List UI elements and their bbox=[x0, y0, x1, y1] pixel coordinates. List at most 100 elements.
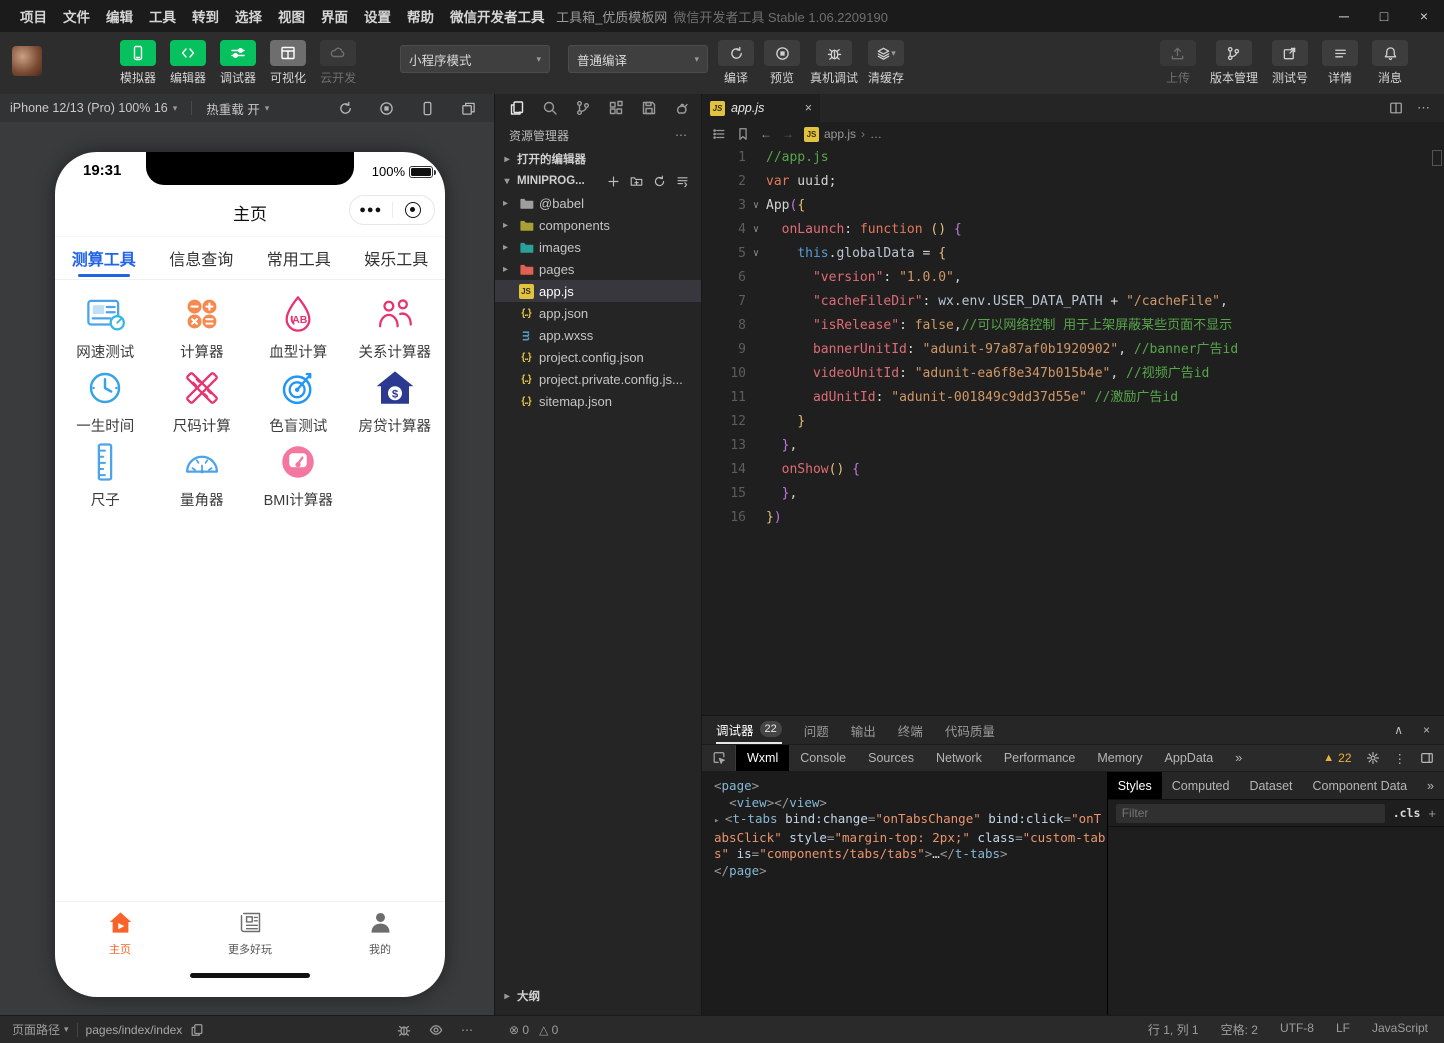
tabbar-item-news[interactable]: 更多好玩 bbox=[185, 902, 315, 963]
close-button[interactable]: × bbox=[1404, 0, 1444, 32]
action-button-bug[interactable]: 真机调试 bbox=[810, 40, 858, 86]
status-item[interactable]: JavaScript bbox=[1372, 1021, 1428, 1038]
more-icon[interactable]: ⋯ bbox=[675, 128, 687, 142]
close-icon[interactable]: × bbox=[805, 101, 812, 115]
wxml-tree[interactable]: <page> <view></view>▸ <t-tabs bind:chang… bbox=[702, 772, 1108, 1015]
devtools-tab-Wxml[interactable]: Wxml bbox=[736, 745, 789, 771]
grid-item-size[interactable]: 尺码计算 bbox=[154, 364, 251, 438]
user-avatar[interactable] bbox=[12, 46, 42, 76]
search-icon[interactable] bbox=[542, 100, 558, 116]
styles-tab-Component Data[interactable]: Component Data bbox=[1303, 772, 1418, 799]
code-editor[interactable]: 1//app.js2var uuid;3∨App({4∨ onLaunch: f… bbox=[702, 146, 1444, 530]
bug-icon[interactable] bbox=[397, 1023, 411, 1037]
tab-信息查询[interactable]: 信息查询 bbox=[153, 237, 251, 279]
fold-icon[interactable]: ∨ bbox=[746, 194, 766, 218]
devtools-tab-Performance[interactable]: Performance bbox=[993, 745, 1087, 771]
teapot-icon[interactable] bbox=[674, 100, 690, 116]
open-editors-section[interactable]: ▸ 打开的编辑器 bbox=[495, 148, 701, 170]
refresh-icon[interactable] bbox=[338, 101, 353, 116]
file-row-components[interactable]: ▸components bbox=[495, 214, 701, 236]
more-icon[interactable]: ●●● bbox=[350, 204, 392, 216]
debugger-tab-调试器[interactable]: 调试器22 bbox=[716, 716, 782, 744]
maximize-button[interactable]: □ bbox=[1364, 0, 1404, 32]
menu-item-视图[interactable]: 视图 bbox=[270, 6, 313, 26]
capsule-button[interactable]: ●●● bbox=[349, 195, 435, 225]
outline-section[interactable]: ▸ 大纲 bbox=[495, 985, 701, 1007]
devtools-tab-Sources[interactable]: Sources bbox=[857, 745, 925, 771]
bookmark-icon[interactable] bbox=[736, 127, 750, 141]
files-icon[interactable] bbox=[509, 100, 525, 116]
phone-sm-icon[interactable] bbox=[420, 101, 435, 116]
debugger-tab-终端[interactable]: 终端 bbox=[898, 716, 923, 744]
editor-scrollbar[interactable] bbox=[1432, 150, 1442, 166]
page-path-selector[interactable]: 页面路径 ▾ bbox=[12, 1021, 69, 1038]
status-item[interactable]: 空格: 2 bbox=[1221, 1021, 1258, 1038]
action-button-refresh[interactable]: 编译 bbox=[718, 40, 754, 86]
outline-list-icon[interactable] bbox=[712, 127, 726, 141]
panel-button-phone[interactable]: 模拟器 bbox=[120, 40, 156, 86]
filter-input[interactable] bbox=[1116, 804, 1385, 823]
editor-tab-appjs[interactable]: JS app.js × bbox=[702, 94, 820, 122]
styles-tab-Computed[interactable]: Computed bbox=[1162, 772, 1240, 799]
status-item[interactable]: LF bbox=[1336, 1021, 1350, 1038]
action-button-bell[interactable]: 消息 bbox=[1372, 40, 1408, 86]
menu-item-项目[interactable]: 项目 bbox=[12, 6, 55, 26]
eye-icon[interactable] bbox=[429, 1023, 443, 1037]
menu-item-选择[interactable]: 选择 bbox=[227, 6, 270, 26]
problems-summary[interactable]: ⊗ 0 △ 0 bbox=[495, 1023, 702, 1037]
back-icon[interactable]: ← bbox=[760, 127, 772, 141]
styles-tab-»[interactable]: » bbox=[1417, 772, 1444, 799]
styles-tab-Styles[interactable]: Styles bbox=[1108, 772, 1162, 799]
copy-icon[interactable] bbox=[190, 1023, 204, 1037]
panel-button-layout[interactable]: 可视化 bbox=[270, 40, 306, 86]
file-row-images[interactable]: ▸images bbox=[495, 236, 701, 258]
record-icon[interactable] bbox=[379, 101, 394, 116]
menu-item-文件[interactable]: 文件 bbox=[55, 6, 98, 26]
tabbar-item-me[interactable]: 我的 bbox=[315, 902, 445, 963]
warning-counter[interactable]: ▲ 22 bbox=[1323, 751, 1351, 765]
dock-side-icon[interactable] bbox=[1420, 751, 1434, 765]
split-editor-icon[interactable] bbox=[1389, 101, 1403, 115]
grid-item-protractor[interactable]: 量角器 bbox=[154, 438, 251, 512]
menu-item-帮助[interactable]: 帮助 bbox=[399, 6, 442, 26]
file-row-project.private.config.js...[interactable]: {..}project.private.config.js... bbox=[495, 368, 701, 390]
grid-icon[interactable] bbox=[608, 100, 624, 116]
menu-item-工具[interactable]: 工具 bbox=[141, 6, 184, 26]
device-selector[interactable]: iPhone 12/13 (Pro) 100% 16 ▾ bbox=[10, 101, 177, 115]
kebab-menu-icon[interactable]: ⋮ bbox=[1394, 751, 1407, 766]
close-circle-icon[interactable] bbox=[393, 202, 435, 218]
panel-button-code[interactable]: 编辑器 bbox=[170, 40, 206, 86]
grid-item-clock[interactable]: 一生时间 bbox=[57, 364, 154, 438]
file-row-project.config.json[interactable]: {..}project.config.json bbox=[495, 346, 701, 368]
hot-reload-toggle[interactable]: 热重载 开 ▾ bbox=[206, 99, 269, 118]
grid-item-speed[interactable]: 网速测试 bbox=[57, 290, 154, 364]
styles-tab-Dataset[interactable]: Dataset bbox=[1239, 772, 1302, 799]
devtools-tab-Memory[interactable]: Memory bbox=[1086, 745, 1153, 771]
compile-select[interactable]: 普通编译 ▾ bbox=[568, 45, 708, 73]
menu-item-转到[interactable]: 转到 bbox=[184, 6, 227, 26]
grid-item-calc[interactable]: 计算器 bbox=[154, 290, 251, 364]
fold-icon[interactable]: ∨ bbox=[746, 242, 766, 266]
grid-item-relation[interactable]: 关系计算器 bbox=[347, 290, 444, 364]
status-item[interactable]: UTF-8 bbox=[1280, 1021, 1314, 1038]
devtools-tab-»[interactable]: » bbox=[1224, 745, 1253, 771]
minimize-button[interactable]: ─ bbox=[1324, 0, 1364, 32]
grid-item-house[interactable]: $房贷计算器 bbox=[347, 364, 444, 438]
refresh-icon[interactable] bbox=[653, 175, 666, 188]
panel-button-cloud[interactable]: 云开发 bbox=[320, 40, 356, 86]
tab-娱乐工具[interactable]: 娱乐工具 bbox=[348, 237, 446, 279]
forward-icon[interactable]: → bbox=[782, 127, 794, 141]
action-button-lines[interactable]: 详情 bbox=[1322, 40, 1358, 86]
mode-select[interactable]: 小程序模式 ▾ bbox=[400, 45, 550, 73]
menu-item-编辑[interactable]: 编辑 bbox=[98, 6, 141, 26]
add-rule-icon[interactable]: + bbox=[1428, 806, 1436, 821]
file-row-pages[interactable]: ▸pages bbox=[495, 258, 701, 280]
save-icon[interactable] bbox=[641, 100, 657, 116]
inspect-element-icon[interactable] bbox=[702, 745, 736, 771]
more-icon[interactable]: ⋯ bbox=[1417, 100, 1430, 116]
panel-button-sliders[interactable]: 调试器 bbox=[220, 40, 256, 86]
grid-item-target[interactable]: 色盲测试 bbox=[250, 364, 347, 438]
collapse-icon[interactable]: ∧ bbox=[1394, 723, 1403, 737]
debugger-tab-代码质量[interactable]: 代码质量 bbox=[945, 716, 995, 744]
gear-icon[interactable] bbox=[1366, 751, 1380, 765]
